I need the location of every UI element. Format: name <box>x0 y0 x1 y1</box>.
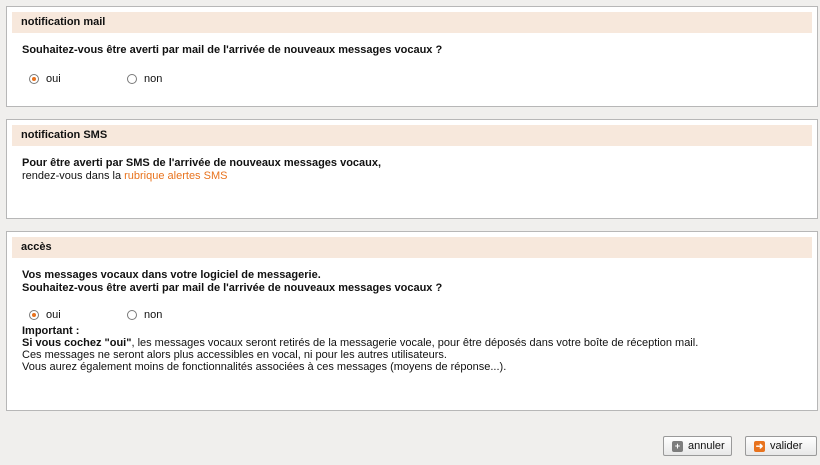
access-yes-option[interactable]: oui <box>29 307 61 323</box>
sms-notification-text: Pour être averti par SMS de l'arrivée de… <box>22 157 382 169</box>
arrow-right-icon: ➜ <box>754 440 765 452</box>
access-panel: accès Vos messages vocaux dans votre log… <box>6 231 818 411</box>
access-yes-radio[interactable] <box>29 310 39 320</box>
submit-button-label: valider <box>770 440 803 452</box>
important-note-line1: Si vous cochez "oui", les messages vocau… <box>22 337 698 349</box>
mail-yes-radio[interactable] <box>29 74 39 84</box>
sms-hint-prefix: rendez-vous dans la <box>22 170 125 182</box>
mail-yes-label: oui <box>46 73 61 85</box>
sms-notification-hint: rendez-vous dans la rubrique alertes SMS <box>22 170 381 183</box>
important-note-rest: , les messages vocaux seront retirés de … <box>131 337 699 349</box>
access-no-radio[interactable] <box>127 310 137 320</box>
access-intro-line2: Souhaitez-vous être averti par mail de l… <box>22 282 443 294</box>
mail-notification-panel: notification mail Souhaitez-vous être av… <box>6 6 818 107</box>
mail-no-label: non <box>144 73 163 85</box>
sms-notification-panel: notification SMS Pour être averti par SM… <box>6 119 818 219</box>
important-note-line3: Vous aurez également moins de fonctionna… <box>22 361 507 373</box>
mail-notification-question: Souhaitez-vous être averti par mail de l… <box>22 44 443 56</box>
plus-icon: + <box>672 440 683 452</box>
access-title: accès <box>12 237 812 258</box>
important-note-bold: Si vous cochez "oui" <box>22 337 132 349</box>
cancel-button-label: annuler <box>688 440 725 452</box>
mail-no-radio[interactable] <box>127 74 137 84</box>
access-no-label: non <box>144 309 163 321</box>
sms-alerts-link[interactable]: rubrique alertes SMS <box>124 170 227 182</box>
access-yes-label: oui <box>46 309 61 321</box>
access-no-option[interactable]: non <box>127 307 162 323</box>
sms-notification-title: notification SMS <box>12 125 812 146</box>
access-intro-line1: Vos messages vocaux dans votre logiciel … <box>22 269 321 281</box>
cancel-button[interactable]: + annuler <box>663 436 732 456</box>
mail-no-option[interactable]: non <box>127 71 162 87</box>
mail-notification-title: notification mail <box>12 12 812 33</box>
important-note-line2: Ces messages ne seront alors plus access… <box>22 349 447 361</box>
important-title: Important : <box>22 325 80 337</box>
submit-button[interactable]: ➜ valider <box>745 436 817 456</box>
mail-yes-option[interactable]: oui <box>29 71 61 87</box>
